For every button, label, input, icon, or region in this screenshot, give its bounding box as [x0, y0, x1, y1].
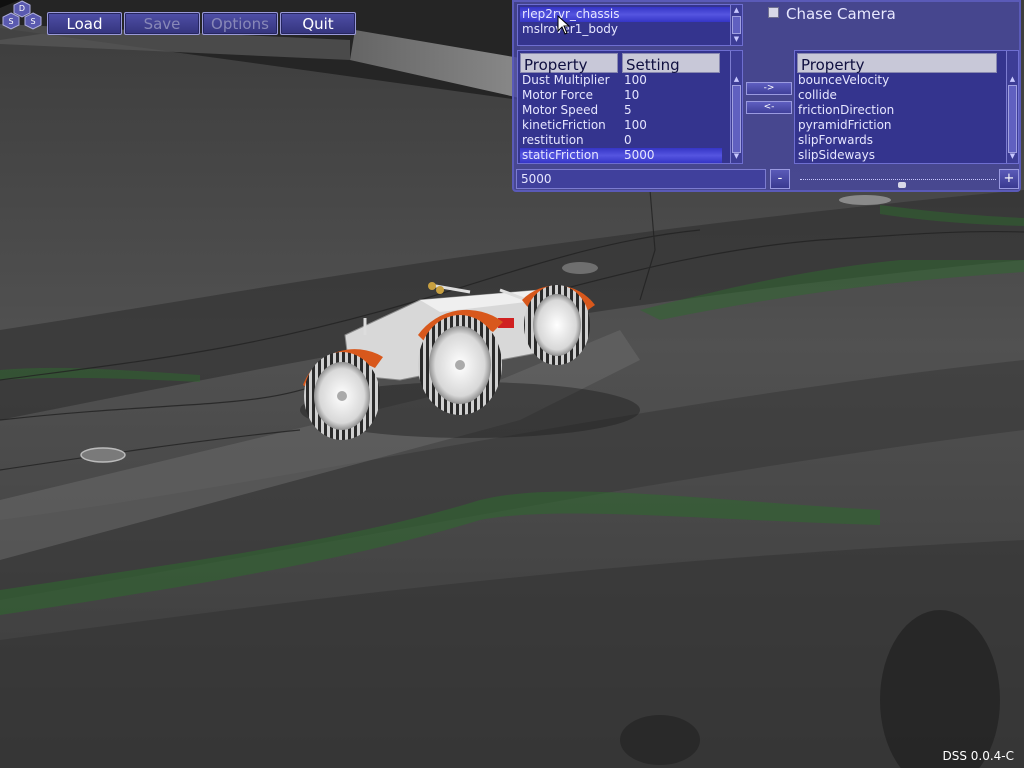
version-label: DSS 0.0.4-C	[942, 749, 1014, 763]
setting-value[interactable]: 10	[624, 88, 639, 103]
setting-value[interactable]: 5	[624, 103, 632, 118]
available-property-item[interactable]: frictionDirection	[798, 103, 894, 118]
setting-value[interactable]: 0	[624, 133, 632, 148]
available-properties-scrollbar[interactable]: ▲ ▼	[1006, 51, 1018, 163]
remove-property-button[interactable]: <-	[746, 101, 792, 114]
decrement-button[interactable]: -	[770, 169, 790, 189]
available-property-item[interactable]: slipForwards	[798, 133, 873, 148]
available-properties-list[interactable]: Property bounceVelocity collide friction…	[794, 50, 1019, 164]
available-property-item[interactable]: bounceVelocity	[798, 73, 889, 88]
chase-camera-checkbox[interactable]	[768, 7, 779, 18]
options-button[interactable]: Options	[202, 12, 278, 35]
add-property-button[interactable]: ->	[746, 82, 792, 95]
selected-setting-row[interactable]: staticFriction 5000	[520, 148, 722, 163]
setting-value[interactable]: 100	[624, 118, 647, 133]
property-editor-panel: rlep2rvr_chassis mslrover1_body ▲ ▼ Prop…	[512, 0, 1021, 192]
chase-camera-label: Chase Camera	[786, 5, 896, 23]
setting-name[interactable]: kineticFriction	[522, 118, 622, 133]
setting-value-input[interactable]: 5000	[516, 169, 766, 189]
column-header-setting[interactable]: Setting	[622, 53, 720, 74]
settings-table[interactable]: Property Setting Dust Multiplier 100 Mot…	[517, 50, 743, 164]
setting-name[interactable]: Motor Speed	[522, 103, 622, 118]
load-button[interactable]: Load	[47, 12, 122, 35]
setting-value: 5000	[624, 148, 655, 162]
column-header-property[interactable]: Property	[520, 53, 618, 74]
dss-logo: D S S	[2, 0, 42, 30]
object-list-scrollbar[interactable]: ▲ ▼	[730, 5, 742, 45]
setting-name: staticFriction	[522, 148, 599, 162]
scroll-down-icon[interactable]: ▼	[732, 35, 741, 44]
setting-name[interactable]: Motor Force	[522, 88, 622, 103]
save-button[interactable]: Save	[124, 12, 200, 35]
available-property-item[interactable]: pyramidFriction	[798, 118, 892, 133]
scroll-thumb[interactable]	[732, 85, 741, 153]
increment-button[interactable]: +	[999, 169, 1019, 189]
scroll-up-icon[interactable]: ▲	[732, 75, 741, 84]
scroll-up-icon[interactable]: ▲	[1008, 75, 1017, 84]
column-header-available-property[interactable]: Property	[797, 53, 997, 74]
scroll-up-icon[interactable]: ▲	[732, 6, 741, 15]
scroll-thumb[interactable]	[1008, 85, 1017, 153]
object-list[interactable]: rlep2rvr_chassis mslrover1_body ▲ ▼	[517, 4, 743, 46]
logo-letter: S	[30, 17, 35, 26]
mouse-cursor-icon	[557, 15, 571, 35]
object-item-chassis[interactable]: rlep2rvr_chassis	[520, 7, 734, 22]
logo-letter: S	[8, 17, 13, 26]
scroll-down-icon[interactable]: ▼	[1008, 152, 1017, 161]
setting-value[interactable]: 100	[624, 73, 647, 88]
value-slider-thumb[interactable]	[897, 182, 906, 188]
available-property-item[interactable]: slipSideways	[798, 148, 875, 163]
setting-name[interactable]: restitution	[522, 133, 622, 148]
settings-scrollbar[interactable]: ▲ ▼	[730, 51, 742, 163]
scroll-thumb[interactable]	[732, 16, 741, 34]
setting-name[interactable]: Dust Multiplier	[522, 73, 622, 88]
available-property-item[interactable]: collide	[798, 88, 837, 103]
quit-button[interactable]: Quit	[280, 12, 356, 35]
scroll-down-icon[interactable]: ▼	[732, 152, 741, 161]
logo-letter: D	[19, 4, 25, 13]
